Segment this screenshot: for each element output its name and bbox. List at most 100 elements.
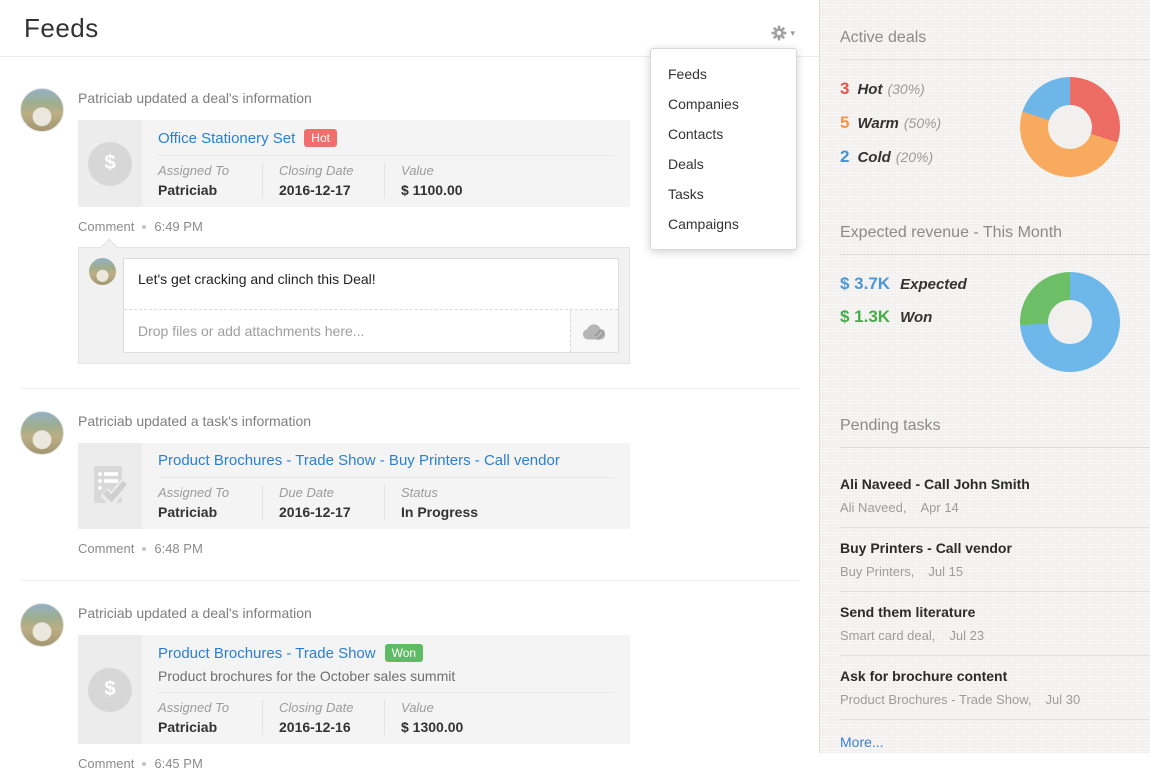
pending-task-row[interactable]: Ask for brochure content Product Brochur…	[840, 656, 1150, 720]
deal-icon-column: $	[78, 120, 142, 207]
expected-revenue-section: $ 3.7K Expected $ 1.3K Won	[840, 272, 1130, 372]
task-checklist-icon	[90, 464, 130, 508]
field-value: Value $ 1100.00	[384, 163, 614, 198]
comment-box: Let's get cracking and clinch this Deal!…	[78, 247, 630, 364]
field-status: Status In Progress	[384, 485, 614, 520]
legend-item-cold: 2 Cold (20%)	[840, 147, 1020, 167]
feed-time: 6:49 PM	[154, 219, 202, 234]
menu-item-deals[interactable]: Deals	[651, 149, 796, 179]
chevron-down-icon: ▾	[790, 29, 795, 38]
active-deals-title: Active deals	[840, 0, 1150, 60]
comment-button[interactable]: Comment	[78, 756, 134, 771]
task-related: Smart card deal,	[840, 628, 935, 643]
feed-settings-button[interactable]: ▾	[771, 25, 795, 41]
field-assigned-to: Assigned To Patriciab	[158, 700, 262, 735]
task-link[interactable]: Product Brochures - Trade Show - Buy Pri…	[158, 452, 560, 469]
comment-box-pointer	[101, 239, 118, 256]
field-due-date: Due Date 2016-12-17	[262, 485, 384, 520]
deal-title-row: Office Stationery Set Hot	[158, 120, 614, 156]
revenue-expected-row: $ 3.7K Expected	[840, 274, 1020, 294]
feeds-panel: Feeds ▾	[0, 0, 819, 753]
comment-row: Comment 6:45 PM	[78, 756, 799, 771]
status-badge-won: Won	[385, 644, 423, 662]
task-fields: Assigned To Patriciab Due Date 2016-12-1…	[158, 478, 614, 529]
gear-icon	[771, 25, 787, 41]
feed-type-menu: Feeds Companies Contacts Deals Tasks Cam…	[650, 48, 797, 250]
attachment-row: Drop files or add attachments here...	[124, 309, 618, 352]
pending-task-row[interactable]: Ali Naveed - Call John Smith Ali Naveed,…	[840, 464, 1150, 528]
task-card: Product Brochures - Trade Show - Buy Pri…	[78, 443, 630, 529]
deal-title-row: Product Brochures - Trade Show Won	[158, 635, 614, 664]
feed-actor-text: Patriciab updated a deal's information	[78, 603, 799, 622]
comment-row: Comment 6:48 PM	[78, 541, 799, 556]
revenue-legend: $ 3.7K Expected $ 1.3K Won	[840, 272, 1020, 372]
avatar	[20, 603, 64, 647]
menu-item-companies[interactable]: Companies	[651, 89, 796, 119]
deal-fields: Assigned To Patriciab Closing Date 2016-…	[158, 693, 614, 744]
avatar	[89, 258, 116, 285]
feed-actor-text: Patriciab updated a task's information	[78, 411, 799, 430]
pending-task-row[interactable]: Send them literature Smart card deal,Jul…	[840, 592, 1150, 656]
legend-item-hot: 3 Hot (30%)	[840, 79, 1020, 99]
cloud-attach-icon	[581, 322, 608, 341]
task-related: Ali Naveed,	[840, 500, 906, 515]
task-related: Buy Printers,	[840, 564, 914, 579]
revenue-donut-chart	[1020, 272, 1120, 372]
deal-icon-column: $	[78, 635, 142, 744]
menu-item-campaigns[interactable]: Campaigns	[651, 209, 796, 239]
task-related: Product Brochures - Trade Show,	[840, 692, 1031, 707]
task-date: Jul 15	[928, 564, 963, 579]
field-value: Value $ 1300.00	[384, 700, 614, 735]
deal-link[interactable]: Product Brochures - Trade Show	[158, 645, 376, 662]
deal-description: Product brochures for the October sales …	[158, 664, 614, 693]
page-title: Feeds	[0, 0, 819, 44]
deal-card: $ Product Brochures - Trade Show Won Pro…	[78, 635, 630, 744]
avatar	[20, 88, 64, 132]
field-closing-date: Closing Date 2016-12-17	[262, 163, 384, 198]
deal-card-body: Office Stationery Set Hot Assigned To Pa…	[142, 120, 630, 207]
deal-link[interactable]: Office Stationery Set	[158, 130, 295, 147]
feed-time: 6:48 PM	[154, 541, 202, 556]
pending-tasks-title: Pending tasks	[840, 396, 1150, 448]
pending-task-row[interactable]: Buy Printers - Call vendor Buy Printers,…	[840, 528, 1150, 592]
feed-divider	[20, 580, 799, 581]
dot-separator	[142, 225, 146, 229]
feed-item-deal-2: Patriciab updated a deal's information $…	[20, 603, 799, 771]
deal-card: $ Office Stationery Set Hot Assigned To …	[78, 120, 630, 207]
more-link[interactable]: More...	[840, 734, 884, 750]
task-card-body: Product Brochures - Trade Show - Buy Pri…	[142, 443, 630, 529]
comment-input[interactable]: Let's get cracking and clinch this Deal!	[124, 259, 618, 309]
comment-button[interactable]: Comment	[78, 541, 134, 556]
expected-revenue-title: Expected revenue - This Month	[840, 203, 1150, 255]
field-closing-date: Closing Date 2016-12-16	[262, 700, 384, 735]
menu-item-contacts[interactable]: Contacts	[651, 119, 796, 149]
feed-item-task: Patriciab updated a task's information	[20, 411, 799, 556]
task-icon-column	[78, 443, 142, 529]
menu-item-tasks[interactable]: Tasks	[651, 179, 796, 209]
dropzone[interactable]: Drop files or add attachments here...	[124, 310, 570, 352]
money-icon: $	[88, 668, 132, 712]
feed-divider	[20, 388, 799, 389]
dashboard-sidebar: Active deals 3 Hot (30%) 5 Warm (50%) 2 …	[819, 0, 1150, 753]
status-badge-hot: Hot	[304, 129, 337, 147]
deal-card-body: Product Brochures - Trade Show Won Produ…	[142, 635, 630, 744]
comment-button[interactable]: Comment	[78, 219, 134, 234]
dot-separator	[142, 547, 146, 551]
active-deals-donut-chart	[1020, 77, 1120, 177]
money-icon: $	[88, 142, 132, 186]
menu-item-feeds[interactable]: Feeds	[651, 59, 796, 89]
legend-item-warm: 5 Warm (50%)	[840, 113, 1020, 133]
revenue-won-row: $ 1.3K Won	[840, 307, 1020, 327]
task-date: Jul 30	[1045, 692, 1080, 707]
task-date: Jul 23	[949, 628, 984, 643]
deal-fields: Assigned To Patriciab Closing Date 2016-…	[158, 156, 614, 207]
active-deals-section: 3 Hot (30%) 5 Warm (50%) 2 Cold (20%)	[840, 77, 1130, 181]
app-window: Feeds ▾	[0, 0, 1150, 753]
feed-time: 6:45 PM	[154, 756, 202, 771]
attach-file-button[interactable]	[570, 310, 618, 352]
field-assigned-to: Assigned To Patriciab	[158, 485, 262, 520]
task-date: Apr 14	[920, 500, 958, 515]
task-title-row: Product Brochures - Trade Show - Buy Pri…	[158, 443, 614, 478]
avatar	[20, 411, 64, 455]
comment-editor: Let's get cracking and clinch this Deal!…	[123, 258, 619, 353]
